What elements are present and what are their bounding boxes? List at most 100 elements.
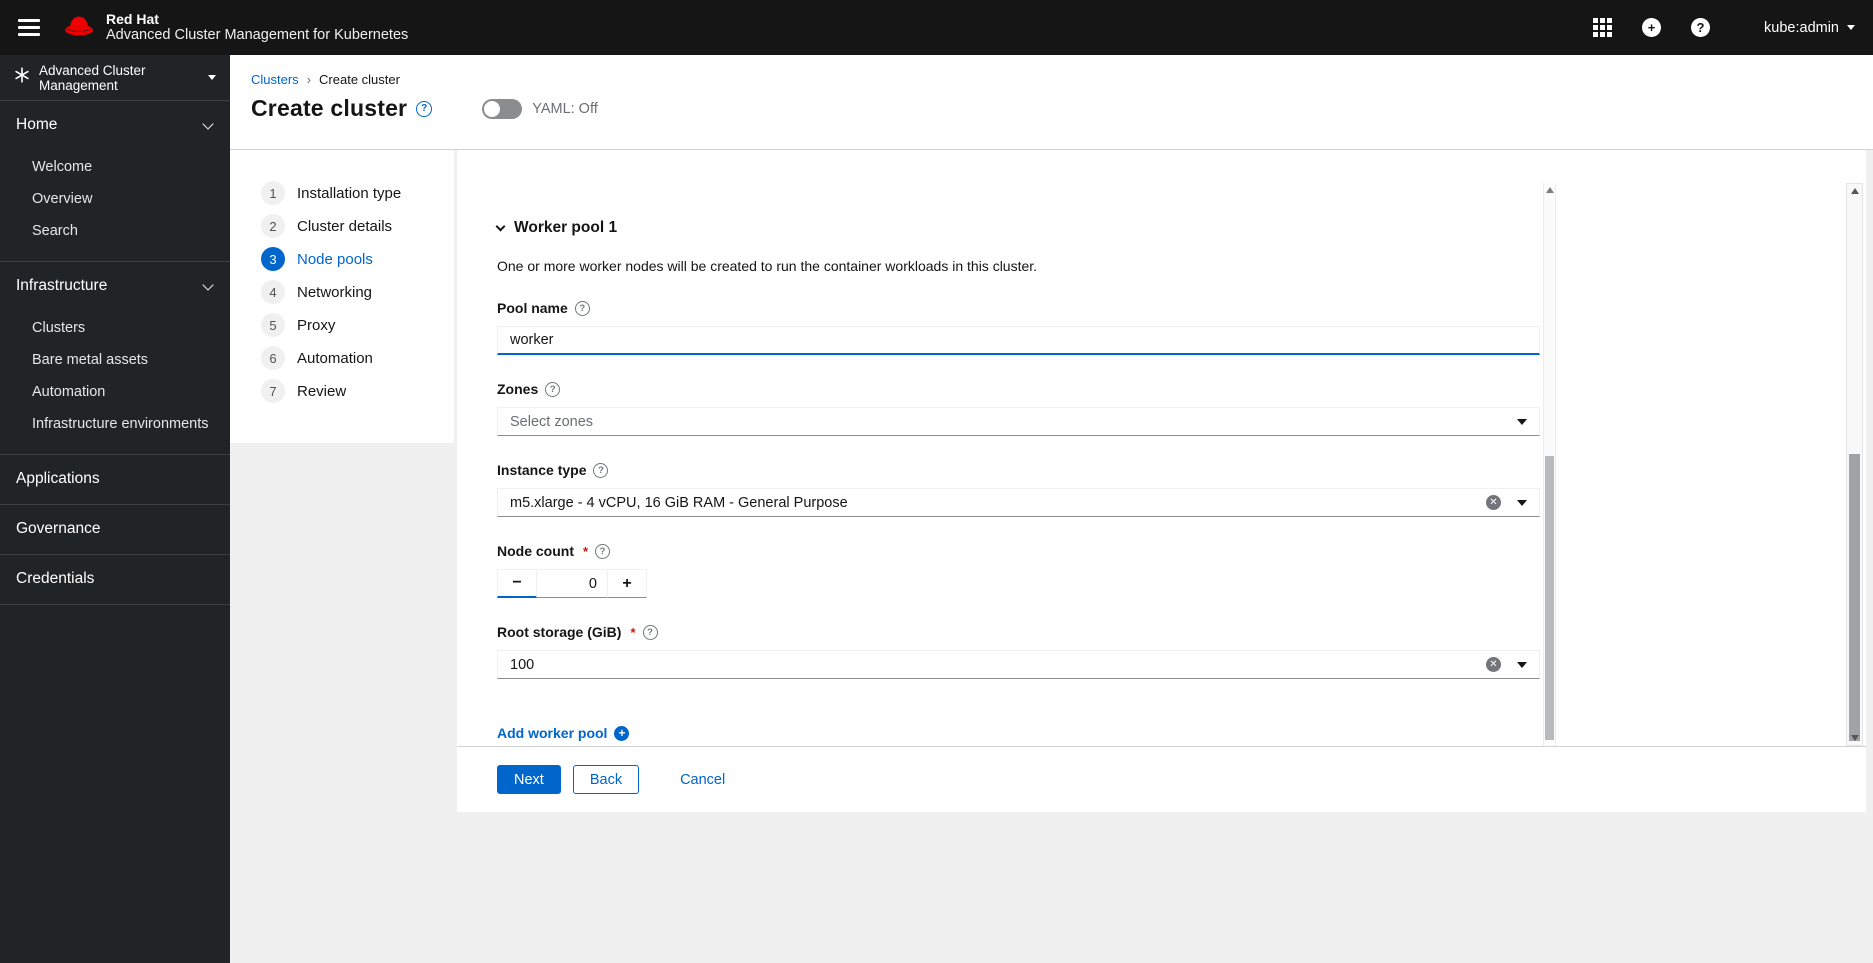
instance-type-select[interactable]: m5.xlarge - 4 vCPU, 16 GiB RAM - General… [497, 488, 1540, 517]
sidebar-item-credentials[interactable]: Credentials [0, 555, 230, 604]
root-storage-select[interactable]: 100 ✕ [497, 650, 1540, 679]
yaml-toggle-label: YAML: Off [532, 100, 598, 117]
page-title: Create cluster [251, 95, 408, 121]
zones-select[interactable]: Select zones [497, 407, 1540, 436]
wizard-step-proxy[interactable]: 5 Proxy [261, 313, 454, 337]
worker-pool-section-header[interactable]: Worker pool 1 [495, 219, 1557, 237]
next-button[interactable]: Next [497, 765, 561, 794]
breadcrumb-clusters-link[interactable]: Clusters [251, 72, 299, 87]
wizard-footer: Next Back Cancel [457, 746, 1866, 812]
breadcrumb-separator-icon: › [306, 72, 312, 87]
node-count-label: Node count [497, 543, 574, 559]
step-number: 5 [261, 313, 285, 337]
acm-asterisk-icon [14, 67, 30, 88]
sidebar-item-search[interactable]: Search [0, 215, 230, 247]
plus-circle-icon: + [614, 725, 630, 741]
brand-line2: Advanced Cluster Management for Kubernet… [106, 27, 409, 43]
chevron-down-icon [202, 278, 214, 291]
sidebar-group-label: Infrastructure [16, 277, 108, 294]
app-launcher-icon[interactable] [1593, 18, 1613, 37]
sidebar-item-automation[interactable]: Automation [0, 376, 230, 408]
sidebar-item-overview[interactable]: Overview [0, 183, 230, 215]
brand-text: Red Hat Advanced Cluster Management for … [106, 11, 408, 44]
user-menu-label: kube:admin [1764, 19, 1839, 36]
toggle-knob [484, 100, 501, 117]
chevron-down-icon [1517, 661, 1527, 668]
sidebar-item-welcome[interactable]: Welcome [0, 151, 230, 183]
add-worker-pool-label: Add worker pool [497, 725, 608, 741]
sidebar-group-infrastructure[interactable]: Infrastructure [0, 262, 230, 306]
sidebar-sublist-infrastructure: Clusters Bare metal assets Automation In… [0, 306, 230, 454]
form-scrollbar[interactable] [1543, 183, 1556, 746]
page-scrollbar[interactable] [1846, 183, 1863, 746]
help-question-circle-icon[interactable]: ? [1691, 18, 1711, 37]
step-number: 7 [261, 379, 285, 403]
step-label: Review [297, 382, 347, 400]
yaml-toggle[interactable] [482, 98, 523, 119]
chevron-down-icon [202, 117, 214, 130]
user-menu[interactable]: kube:admin [1764, 20, 1855, 36]
worker-pool-title: Worker pool 1 [514, 219, 618, 236]
required-asterisk: * [630, 624, 636, 640]
title-help-icon[interactable]: ? [416, 100, 433, 117]
wizard-step-installation-type[interactable]: 1 Installation type [261, 181, 454, 205]
pool-name-help-icon[interactable]: ? [574, 300, 590, 316]
page-header: Clusters › Create cluster Create cluster… [230, 55, 1873, 150]
root-storage-help-icon[interactable]: ? [642, 624, 658, 640]
scrollbar-thumb[interactable] [1849, 454, 1860, 741]
wizard-content-area: 1 Installation type 2 Cluster details 3 … [230, 150, 1873, 963]
node-pools-form-panel: Worker pool 1 One or more worker nodes w… [457, 150, 1866, 746]
sidebar-item-infrastructure-environments[interactable]: Infrastructure environments [0, 408, 230, 440]
wizard-step-cluster-details[interactable]: 2 Cluster details [261, 214, 454, 238]
sidebar-group-home[interactable]: Home [0, 101, 230, 145]
wizard-step-review[interactable]: 7 Review [261, 379, 454, 403]
sidebar-item-bare-metal-assets[interactable]: Bare metal assets [0, 344, 230, 376]
chevron-down-icon [1517, 499, 1527, 506]
step-number: 4 [261, 280, 285, 304]
masthead: Red Hat Advanced Cluster Management for … [0, 0, 1873, 55]
divider [0, 604, 230, 605]
clear-selection-icon[interactable]: ✕ [1486, 495, 1501, 510]
sidebar-item-clusters[interactable]: Clusters [0, 312, 230, 344]
increment-button[interactable]: + [607, 569, 647, 598]
pool-name-input[interactable] [497, 326, 1540, 355]
perspective-switcher[interactable]: Advanced Cluster Management [0, 55, 230, 101]
root-storage-label: Root storage (GiB) [497, 624, 622, 640]
step-label: Automation [297, 349, 373, 367]
sidebar-item-governance[interactable]: Governance [0, 505, 230, 554]
wizard-step-automation[interactable]: 6 Automation [261, 346, 454, 370]
pool-name-label: Pool name [497, 300, 568, 316]
back-button[interactable]: Back [572, 765, 640, 794]
collapse-chevron-icon [495, 221, 506, 231]
brand: Red Hat Advanced Cluster Management for … [62, 11, 408, 44]
node-count-help-icon[interactable]: ? [595, 543, 611, 559]
step-label: Installation type [297, 184, 402, 202]
add-plus-circle-icon[interactable]: + [1642, 18, 1662, 37]
scrollbar-thumb[interactable] [1545, 456, 1554, 740]
step-label: Node pools [297, 250, 373, 268]
wizard-step-networking[interactable]: 4 Networking [261, 280, 454, 304]
node-count-stepper: − + [497, 569, 647, 598]
sidebar-group-label: Home [16, 116, 58, 133]
node-count-input[interactable] [537, 569, 607, 598]
scroll-up-arrow-icon[interactable] [1851, 188, 1859, 194]
step-number: 1 [261, 181, 285, 205]
clear-selection-icon[interactable]: ✕ [1486, 657, 1501, 672]
perspective-label: Advanced Cluster Management [39, 62, 146, 93]
breadcrumb-current: Create cluster [319, 72, 400, 87]
sidebar-item-applications[interactable]: Applications [0, 455, 230, 504]
sidebar-sublist-home: Welcome Overview Search [0, 145, 230, 261]
nav-toggle-hamburger-icon[interactable] [10, 9, 48, 47]
decrement-button[interactable]: − [497, 569, 537, 598]
sidebar-nav: Advanced Cluster Management Home Welcome… [0, 55, 230, 963]
add-worker-pool-link[interactable]: Add worker pool + [497, 725, 1557, 741]
scroll-down-arrow-icon[interactable] [1851, 735, 1859, 741]
wizard-steps-nav: 1 Installation type 2 Cluster details 3 … [230, 150, 454, 443]
zones-help-icon[interactable]: ? [545, 381, 561, 397]
scroll-up-arrow-icon[interactable] [1546, 187, 1554, 193]
root-storage-value: 100 [510, 656, 535, 673]
instance-type-help-icon[interactable]: ? [593, 462, 609, 478]
step-number: 3 [261, 247, 285, 271]
cancel-button[interactable]: Cancel [664, 765, 741, 794]
wizard-step-node-pools[interactable]: 3 Node pools [261, 247, 454, 271]
